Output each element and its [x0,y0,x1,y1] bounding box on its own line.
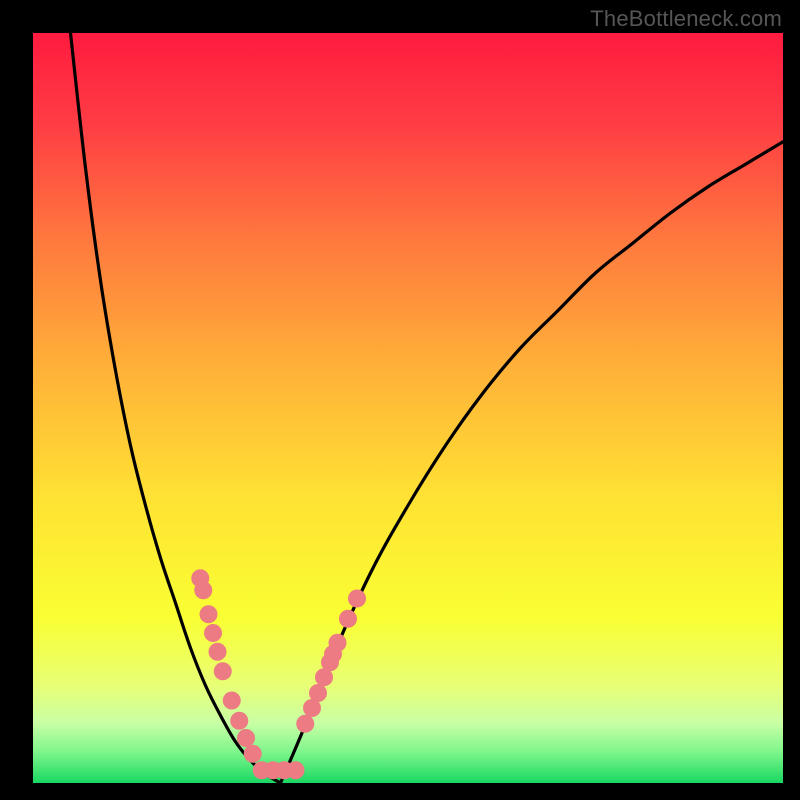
outer-frame: TheBottleneck.com [0,0,800,800]
data-marker [209,643,227,661]
data-marker [230,712,248,730]
data-markers [191,569,366,779]
data-marker [200,605,218,623]
data-marker [204,624,222,642]
data-marker [237,729,255,747]
right-curve [281,142,784,783]
chart-curves [33,33,783,783]
watermark-text: TheBottleneck.com [590,6,782,32]
data-marker [296,715,314,733]
left-curve [71,33,281,783]
data-marker [348,590,366,608]
data-marker [287,761,305,779]
plot-area [33,33,783,783]
data-marker [194,581,212,599]
data-marker [329,634,347,652]
data-marker [223,692,241,710]
data-marker [244,745,262,763]
data-marker [339,610,357,628]
data-marker [309,684,327,702]
data-marker [214,662,232,680]
